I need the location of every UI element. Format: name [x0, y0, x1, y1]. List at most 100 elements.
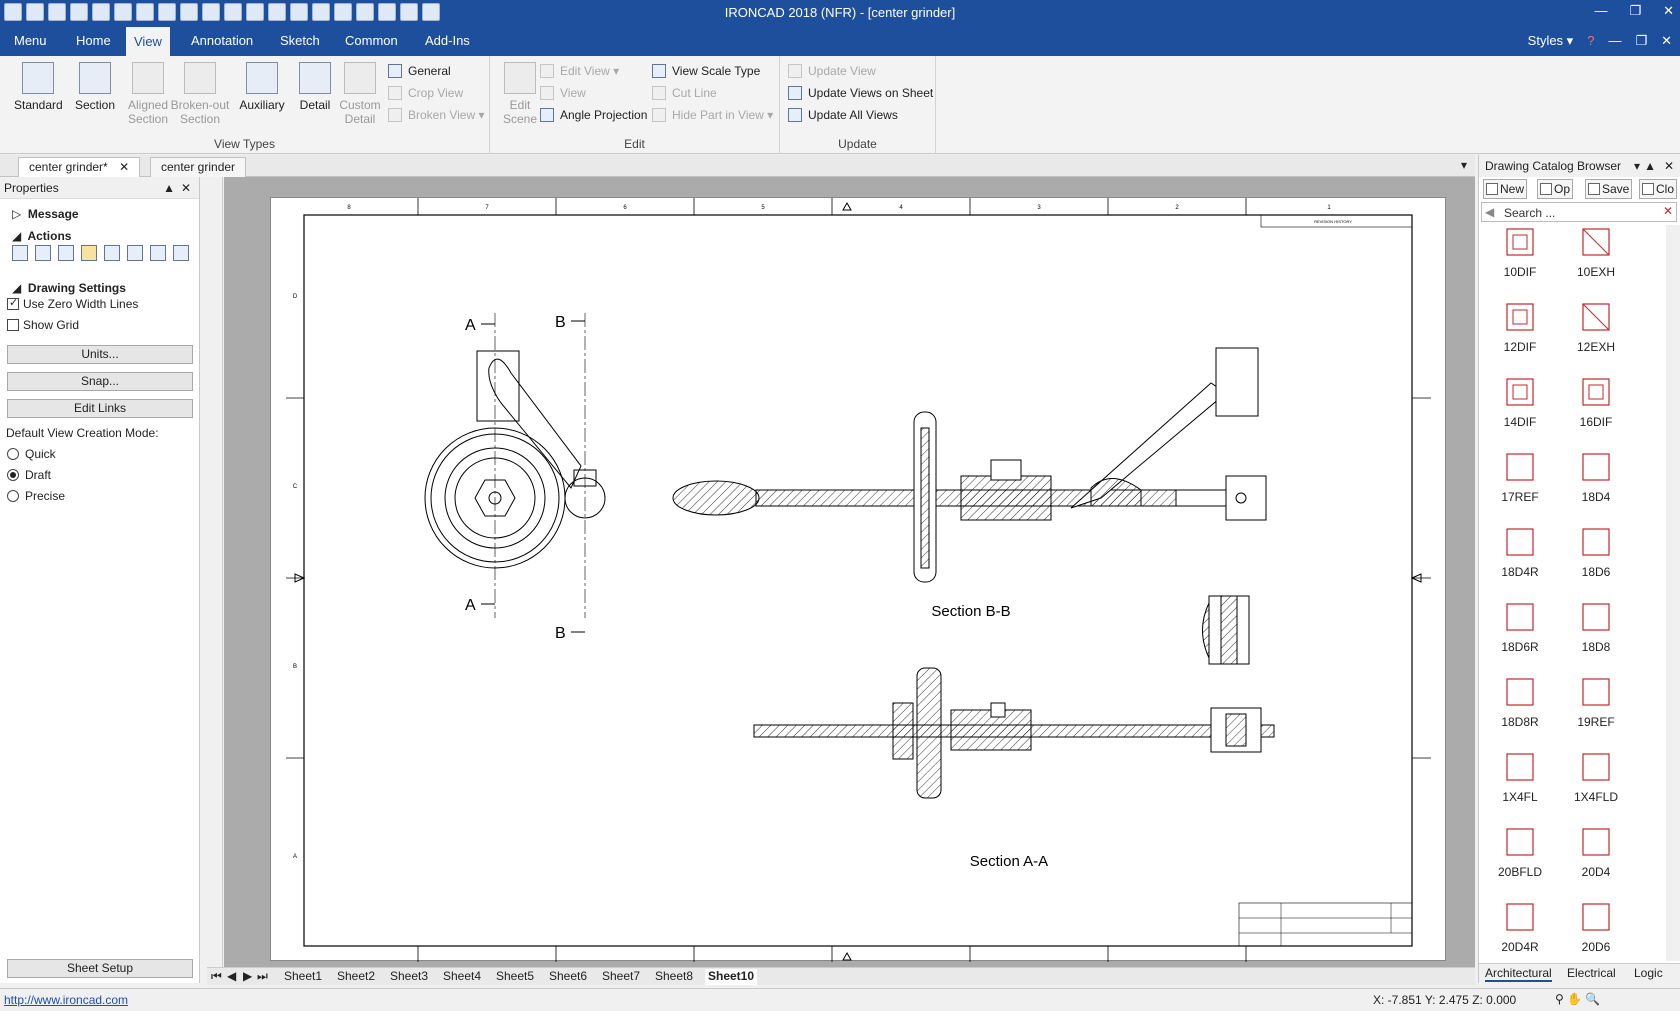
- action-icon-7[interactable]: [150, 245, 166, 261]
- help-icon[interactable]: ?: [1587, 26, 1594, 56]
- tab-electrical[interactable]: Electrical: [1567, 966, 1616, 980]
- mode-draft-radio[interactable]: Draft: [7, 468, 51, 482]
- action-icon-8[interactable]: [173, 245, 189, 261]
- panel-close-icon[interactable]: ✕: [181, 177, 191, 199]
- panel-pin-icon[interactable]: ▲: [163, 177, 175, 199]
- standard-view-button[interactable]: Standard: [14, 62, 63, 112]
- clear-search-icon[interactable]: ✕: [1663, 204, 1673, 218]
- catalog-pin-icon[interactable]: ▲: [1644, 155, 1656, 177]
- catalog-scrollbar[interactable]: [1666, 225, 1680, 961]
- show-grid-checkbox[interactable]: Show Grid: [7, 318, 79, 332]
- doc-close-icon[interactable]: ✕: [1661, 26, 1672, 56]
- tab-home[interactable]: Home: [68, 26, 119, 56]
- catalog-item[interactable]: 18D8R: [1485, 675, 1555, 729]
- tab-annotation[interactable]: Annotation: [183, 26, 261, 56]
- broken-out-section-button[interactable]: Broken-out Section: [168, 62, 232, 126]
- section-view-button[interactable]: Section: [71, 62, 119, 112]
- cut-line-button[interactable]: Cut Line: [652, 84, 717, 102]
- angle-projection-button[interactable]: Angle Projection: [540, 106, 647, 124]
- edit-view-button[interactable]: Edit View ▾: [540, 62, 619, 80]
- crop-view-button[interactable]: Crop View: [388, 84, 463, 102]
- catalog-item[interactable]: 20D6: [1561, 900, 1631, 954]
- catalog-item[interactable]: 20BFLD: [1485, 825, 1555, 879]
- sheet-tab-1[interactable]: Sheet1: [281, 969, 325, 985]
- edit-scene-button[interactable]: Edit Scene: [498, 62, 542, 126]
- tab-menu[interactable]: Menu: [6, 26, 55, 56]
- hide-part-in-view-button[interactable]: Hide Part in View ▾: [652, 106, 773, 124]
- sheet-tab-2[interactable]: Sheet2: [334, 969, 378, 985]
- snap-button[interactable]: Snap...: [7, 372, 193, 391]
- drawing-sheet[interactable]: REVISION HISTORY 8 7 6 5 4 3 2 1 D C B A: [270, 197, 1446, 962]
- drawing-settings-section[interactable]: ◢ Drawing Settings: [12, 281, 126, 295]
- action-icon-4[interactable]: [81, 245, 97, 261]
- action-icon-1[interactable]: [12, 245, 28, 261]
- catalog-item[interactable]: 12DIF: [1485, 300, 1555, 354]
- catalog-item[interactable]: 20D4R: [1485, 900, 1555, 954]
- sheet-tab-10[interactable]: Sheet10: [705, 969, 758, 985]
- mode-precise-radio[interactable]: Precise: [7, 489, 65, 503]
- canvas-vertical-scrollbar[interactable]: [207, 177, 223, 967]
- back-arrow-icon[interactable]: ◀: [1485, 205, 1494, 219]
- catalog-item[interactable]: 18D6: [1561, 525, 1631, 579]
- sheet-tab-4[interactable]: Sheet4: [440, 969, 484, 985]
- styles-menu[interactable]: Styles ▾: [1528, 26, 1574, 56]
- catalog-item[interactable]: 14DIF: [1485, 375, 1555, 429]
- sheet-nav-prev-icon[interactable]: ◀: [227, 969, 236, 983]
- actions-section[interactable]: ◢ Actions: [12, 229, 71, 243]
- tab-common[interactable]: Common: [337, 26, 406, 56]
- broken-view-button[interactable]: Broken View ▾: [388, 106, 485, 124]
- catalog-close-button[interactable]: Clo: [1639, 179, 1678, 199]
- catalog-item[interactable]: 18D8: [1561, 600, 1631, 654]
- sheet-setup-button[interactable]: Sheet Setup: [7, 959, 193, 978]
- action-icon-3[interactable]: [58, 245, 74, 261]
- restore-icon[interactable]: ❐: [1629, 3, 1641, 19]
- catalog-dropdown-icon[interactable]: ▾: [1634, 155, 1640, 177]
- mode-quick-radio[interactable]: Quick: [7, 447, 56, 461]
- tab-addins[interactable]: Add-Ins: [417, 26, 478, 56]
- custom-detail-button[interactable]: Custom Detail: [336, 62, 384, 126]
- catalog-item[interactable]: 16DIF: [1561, 375, 1631, 429]
- auxiliary-view-button[interactable]: Auxiliary: [236, 62, 288, 112]
- sheet-nav-first-icon[interactable]: ⏮: [211, 969, 222, 984]
- doc-tab-active[interactable]: center grinder* ✕: [18, 157, 141, 177]
- update-all-views-button[interactable]: Update All Views: [788, 106, 898, 124]
- tabs-dropdown-icon[interactable]: ▾: [1461, 158, 1467, 172]
- catalog-item[interactable]: 1X4FLD: [1561, 750, 1631, 804]
- update-view-button[interactable]: Update View: [788, 62, 876, 80]
- sheet-tab-6[interactable]: Sheet6: [546, 969, 590, 985]
- catalog-item[interactable]: 18D4: [1561, 450, 1631, 504]
- catalog-item[interactable]: 12EXH: [1561, 300, 1631, 354]
- view-scale-type-button[interactable]: View Scale Type: [652, 62, 760, 80]
- sheet-tab-8[interactable]: Sheet8: [652, 969, 696, 985]
- close-icon[interactable]: ✕: [1663, 3, 1674, 19]
- catalog-open-button[interactable]: Op: [1537, 179, 1574, 199]
- action-icon-6[interactable]: [127, 245, 143, 261]
- tab-architectural[interactable]: Architectural: [1485, 966, 1552, 982]
- catalog-item[interactable]: 18D6R: [1485, 600, 1555, 654]
- catalog-item[interactable]: 20D4: [1561, 825, 1631, 879]
- catalog-item[interactable]: 10DIF: [1485, 225, 1555, 279]
- action-icon-5[interactable]: [104, 245, 120, 261]
- minimize-icon[interactable]: —: [1594, 3, 1607, 19]
- catalog-search-input[interactable]: ◀ Search ... ✕: [1481, 202, 1677, 222]
- sheet-tab-5[interactable]: Sheet5: [493, 969, 537, 985]
- tab-sketch[interactable]: Sketch: [272, 26, 328, 56]
- ironcad-link[interactable]: http://www.ironcad.com: [4, 993, 128, 1007]
- sheet-nav-last-icon[interactable]: ⏭: [257, 969, 268, 984]
- tab-close-icon[interactable]: ✕: [119, 160, 129, 174]
- message-section[interactable]: ▷ Message: [12, 207, 79, 221]
- action-icon-2[interactable]: [35, 245, 51, 261]
- catalog-item[interactable]: 19REF: [1561, 675, 1631, 729]
- catalog-close-icon[interactable]: ✕: [1664, 155, 1674, 177]
- units-button[interactable]: Units...: [7, 345, 193, 364]
- view-button[interactable]: View: [540, 84, 586, 102]
- tab-view[interactable]: View: [126, 26, 170, 56]
- edit-links-button[interactable]: Edit Links: [7, 399, 193, 418]
- catalog-item[interactable]: 18D4R: [1485, 525, 1555, 579]
- catalog-item[interactable]: 17REF: [1485, 450, 1555, 504]
- use-zero-width-checkbox[interactable]: Use Zero Width Lines: [7, 296, 138, 311]
- sheet-tab-7[interactable]: Sheet7: [599, 969, 643, 985]
- catalog-new-button[interactable]: New: [1483, 179, 1528, 199]
- doc-restore-icon[interactable]: ❐: [1635, 26, 1647, 56]
- sheet-nav-next-icon[interactable]: ▶: [243, 969, 252, 983]
